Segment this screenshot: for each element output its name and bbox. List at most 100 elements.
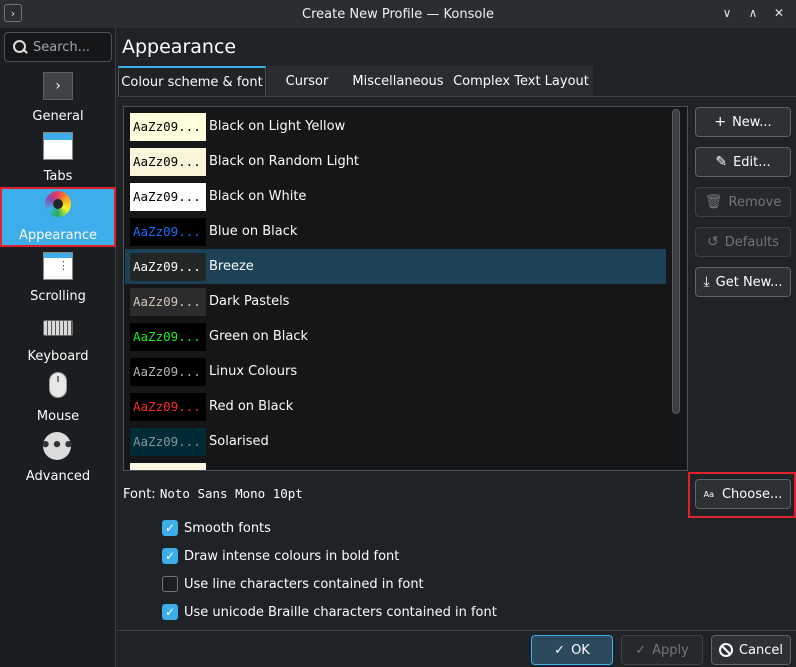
font-value: Noto Sans Mono 10pt (159, 486, 303, 501)
scrolling-icon (43, 252, 73, 280)
cancel-button[interactable]: Cancel (711, 635, 791, 665)
search-placeholder: Search... (33, 39, 91, 55)
ok-button[interactable]: ✓ OK (531, 635, 613, 665)
scheme-preview: AaZz09... (130, 182, 206, 211)
tab-complex-text-layout[interactable]: Complex Text Layout (449, 66, 593, 96)
tab-panel-colour-scheme: AaZz09... Black on Light Yellow AaZz09... B… (117, 96, 796, 630)
page-title: Appearance (122, 36, 237, 58)
undo-icon: ↺ (706, 234, 719, 250)
list-item[interactable] (125, 459, 666, 470)
braille-characters-checkbox[interactable]: ✓ Use unicode Braille characters contain… (162, 602, 497, 622)
list-item[interactable]: AaZz09... Black on Light Yellow (125, 109, 666, 144)
pencil-icon: ✎ (715, 154, 728, 170)
list-item[interactable]: AaZz09... Dark Pastels (125, 284, 666, 319)
advanced-icon: ••• (40, 432, 74, 460)
list-item[interactable]: AaZz09... Red on Black (125, 389, 666, 424)
scheme-name: Solarised (209, 434, 269, 449)
apply-button[interactable]: ✓ Apply (621, 635, 703, 665)
tabs-icon (43, 132, 73, 160)
sidebar: Search... › General Tabs Appearance Scro… (0, 28, 116, 667)
scheme-preview: AaZz09... (130, 427, 206, 456)
tab-bar: Colour scheme & font Cursor Miscellaneou… (117, 66, 796, 96)
scheme-name: Red on Black (209, 399, 294, 414)
remove-scheme-button[interactable]: 🗑 Remove (695, 187, 791, 217)
tab-colour-scheme-font[interactable]: Colour scheme & font (118, 66, 266, 96)
scheme-name: Dark Pastels (209, 294, 290, 309)
main-panel: Appearance Colour scheme & font Cursor M… (117, 28, 796, 667)
sidebar-item-label: Mouse (36, 409, 80, 424)
trash-icon: 🗑 (704, 194, 723, 210)
bold-intense-checkbox[interactable]: ✓ Draw intense colours in bold font (162, 546, 399, 566)
minimize-icon[interactable]: ∨ (718, 4, 736, 22)
scheme-preview: AaZz09... (130, 217, 206, 246)
scheme-name: Green on Black (209, 329, 308, 344)
title-bar: › Create New Profile — Konsole ∨ ∧ ✕ (0, 0, 796, 28)
sidebar-item-advanced[interactable]: ••• Advanced (0, 428, 116, 488)
sidebar-item-mouse[interactable]: Mouse (0, 368, 116, 428)
appearance-icon (45, 191, 71, 217)
dialog-button-bar: ✓ OK ✓ Apply Cancel (117, 630, 796, 667)
scheme-name: Breeze (209, 259, 254, 274)
search-input[interactable]: Search... (4, 32, 112, 62)
colour-scheme-list[interactable]: AaZz09... Black on Light Yellow AaZz09... B… (123, 106, 688, 471)
choose-font-button[interactable]: Aa Choose... (695, 479, 791, 509)
checkbox-box: ✓ (162, 520, 178, 536)
list-item[interactable]: AaZz09... Blue on Black (125, 214, 666, 249)
scheme-preview: AaZz09... (130, 287, 206, 316)
font-icon: Aa (703, 489, 714, 499)
get-new-schemes-button[interactable]: ⤓ Get New... (695, 267, 791, 297)
sidebar-item-scrolling[interactable]: Scrolling (0, 248, 116, 308)
maximize-icon[interactable]: ∧ (744, 4, 762, 22)
smooth-fonts-checkbox[interactable]: ✓ Smooth fonts (162, 518, 271, 538)
window-title: Create New Profile — Konsole (302, 6, 494, 22)
check-icon: ✓ (554, 642, 566, 658)
list-scrollbar[interactable] (672, 109, 680, 414)
search-icon (13, 40, 27, 54)
list-item[interactable]: AaZz09... Black on White (125, 179, 666, 214)
app-menu-icon[interactable]: › (4, 4, 22, 22)
sidebar-item-label: Scrolling (30, 289, 86, 304)
list-item[interactable]: AaZz09... Black on Random Light (125, 144, 666, 179)
mouse-icon (49, 372, 67, 398)
sidebar-item-appearance[interactable]: Appearance (0, 187, 116, 247)
line-characters-checkbox[interactable]: Use line characters contained in font (162, 574, 424, 594)
list-item[interactable]: AaZz09... Breeze (125, 249, 666, 284)
sidebar-item-keyboard[interactable]: Keyboard (0, 308, 116, 368)
sidebar-item-label: Tabs (43, 169, 73, 184)
defaults-button[interactable]: ↺ Defaults (695, 227, 791, 257)
sidebar-item-label: Keyboard (27, 349, 89, 364)
close-icon[interactable]: ✕ (770, 4, 788, 22)
sidebar-item-general[interactable]: › General (0, 68, 116, 128)
scheme-name: Black on White (209, 189, 307, 204)
scheme-preview: AaZz09... (130, 357, 206, 386)
scheme-preview: AaZz09... (130, 322, 206, 351)
scheme-name: Black on Light Yellow (209, 119, 346, 134)
checkbox-box: ✓ (162, 604, 178, 620)
scheme-name: Blue on Black (209, 224, 298, 239)
scheme-preview: AaZz09... (130, 252, 206, 281)
plus-icon: + (714, 114, 727, 130)
sidebar-item-tabs[interactable]: Tabs (0, 128, 116, 188)
sidebar-item-label: Advanced (25, 469, 91, 484)
edit-scheme-button[interactable]: ✎ Edit... (695, 147, 791, 177)
download-icon: ⤓ (703, 274, 710, 290)
new-scheme-button[interactable]: + New... (695, 107, 791, 137)
tab-miscellaneous[interactable]: Miscellaneous (347, 66, 449, 96)
checkbox-box (162, 576, 178, 592)
tab-cursor[interactable]: Cursor (267, 66, 347, 96)
list-item[interactable]: AaZz09... Solarised (125, 424, 666, 459)
scheme-name: Black on Random Light (209, 154, 360, 169)
scheme-preview (130, 462, 206, 470)
keyboard-icon (43, 320, 73, 336)
list-item[interactable]: AaZz09... Linux Colours (125, 354, 666, 389)
scheme-preview: AaZz09... (130, 147, 206, 176)
list-item[interactable]: AaZz09... Green on Black (125, 319, 666, 354)
scheme-preview: AaZz09... (130, 392, 206, 421)
checkbox-box: ✓ (162, 548, 178, 564)
sidebar-item-label: General (32, 109, 84, 124)
check-icon: ✓ (635, 642, 647, 658)
sidebar-item-label: Appearance (18, 228, 98, 243)
scheme-name: Linux Colours (209, 364, 298, 379)
cancel-icon (718, 643, 733, 657)
general-icon: › (43, 72, 73, 100)
